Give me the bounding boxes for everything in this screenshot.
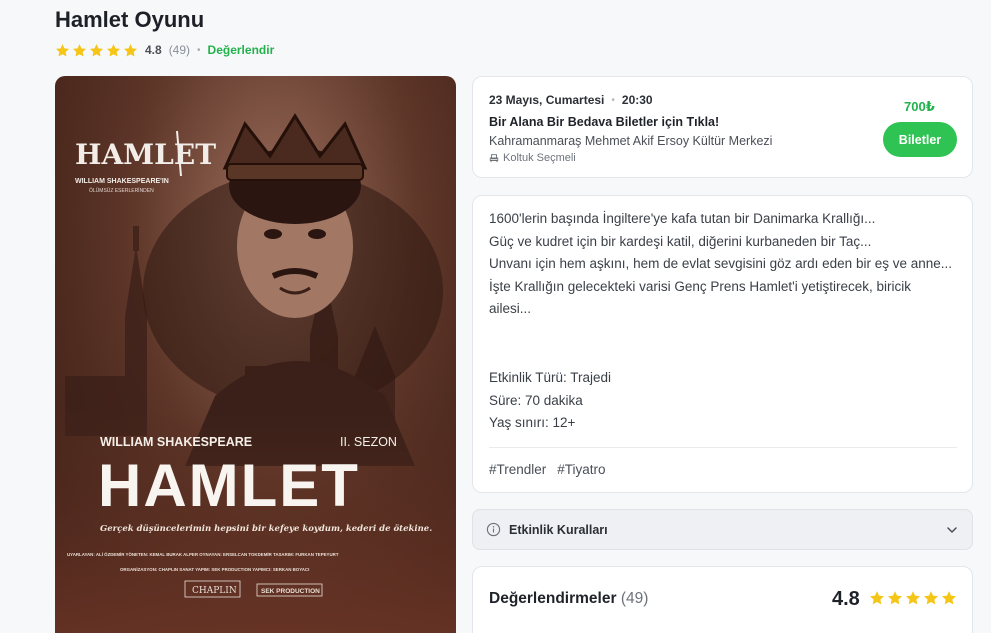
description-line: 1600'lerin başında İngiltere'ye kafa tut… [489,211,876,226]
event-meta: Etkinlik Türü: Trajedi Süre: 70 dakika Y… [489,367,611,435]
seat-icon [489,154,499,163]
event-age-limit: Yaş sınırı: 12+ [489,415,576,431]
seat-info: Koltuk Seçmeli [489,152,576,164]
separator-dot: • [197,44,201,56]
rating-value: 4.8 [145,43,162,57]
showing-time: 20:30 [621,93,653,107]
tickets-button[interactable]: Biletler [883,122,957,157]
poster-season: II. SEZON [340,435,397,449]
event-poster: HAMLET WILLIAM SHAKESPEARE'IN ÖLÜMSÜZ ES… [55,76,456,633]
star-icon [870,591,884,605]
reviews-title: Değerlendirmeler [489,590,617,607]
seat-label: Koltuk Seçmeli [503,152,576,164]
poster-credits-1: UYARLAYAN: ALİ ÖZDEMİR YÖNETEN: KEMAL BU… [67,552,339,557]
event-rules-accordion[interactable]: Etkinlik Kuralları [472,509,973,550]
rate-link[interactable]: Değerlendir [208,43,275,57]
showing-date: 23 Mayıs, Cumartesi [489,93,605,107]
rating-count: (49) [168,43,191,57]
reviews-score: 4.8 [832,588,860,610]
description-card: 1600'lerin başında İngiltere'ye kafa tut… [472,195,973,493]
info-icon [486,522,501,537]
page-title: Hamlet Oyunu [55,7,205,32]
ticket-price: 700₺ [904,99,935,114]
poster-credits-2: ORGANİZASYON: CHAPLIN SANAT YAPIM: SEK P… [120,567,309,572]
poster-logo-sek: SEK PRODUCTION [261,588,320,595]
poster-quote: Gerçek düşüncelerimin hepsini bir kefeye… [100,523,432,534]
reviews-heading: Değerlendirmeler (49) [489,590,648,608]
promo-link[interactable]: Bir Alana Bir Bedava Biletler için Tıkla… [489,115,719,129]
chevron-down-icon [947,527,957,533]
star-icon [55,43,70,56]
tag-trendler[interactable]: #Trendler [489,462,546,477]
poster-logo-sub2: ÖLÜMSÜZ ESERLERİNDEN [89,187,154,194]
venue-name: Kahramanmaraş Mehmet Akif Ersoy Kültür M… [489,134,773,148]
rating-summary: 4.8 (49) • Değerlendir [55,41,274,59]
description-line: Unvanı için hem aşkını, hem de evlat sev… [489,256,953,272]
star-icon [106,43,121,56]
description-line: İşte Krallığın gelecekteki varisi Genç P… [489,278,911,317]
poster-author: WILLIAM SHAKESPEARE [100,435,252,449]
divider [489,447,957,448]
description-text: 1600'lerin başında İngiltere'ye kafa tut… [489,208,954,321]
tag-list: #Trendler #Tiyatro [489,462,606,477]
star-icon [72,43,87,56]
star-icon [906,591,920,605]
event-duration: Süre: 70 dakika [489,392,583,408]
rules-label: Etkinlik Kuralları [509,522,608,537]
poster-logo-title: HAMLET [75,138,216,171]
reviews-count: (49) [620,590,649,607]
star-icon [924,591,938,605]
showing-card: 23 Mayıs, Cumartesi • 20:30 Bir Alana Bi… [472,76,973,178]
separator-dot: • [611,94,615,106]
poster-logo-chaplin: CHAPLIN [192,586,237,596]
poster-logo-sub1: WILLIAM SHAKESPEARE'IN [75,178,169,185]
star-icon [942,591,956,605]
star-icon [89,43,104,56]
poster-big-title: HAMLET [98,452,360,519]
star-icon [123,43,138,56]
reviews-stars [869,590,957,606]
star-icon [888,591,902,605]
tag-tiyatro[interactable]: #Tiyatro [557,462,605,477]
event-genre: Etkinlik Türü: Trajedi [489,370,612,385]
reviews-card: Değerlendirmeler (49) 4.8 [472,566,973,633]
showing-datetime: 23 Mayıs, Cumartesi • 20:30 [489,93,653,107]
rating-stars [55,43,138,58]
description-line: Güç ve kudret için bir kardeşi katil, di… [489,233,872,249]
